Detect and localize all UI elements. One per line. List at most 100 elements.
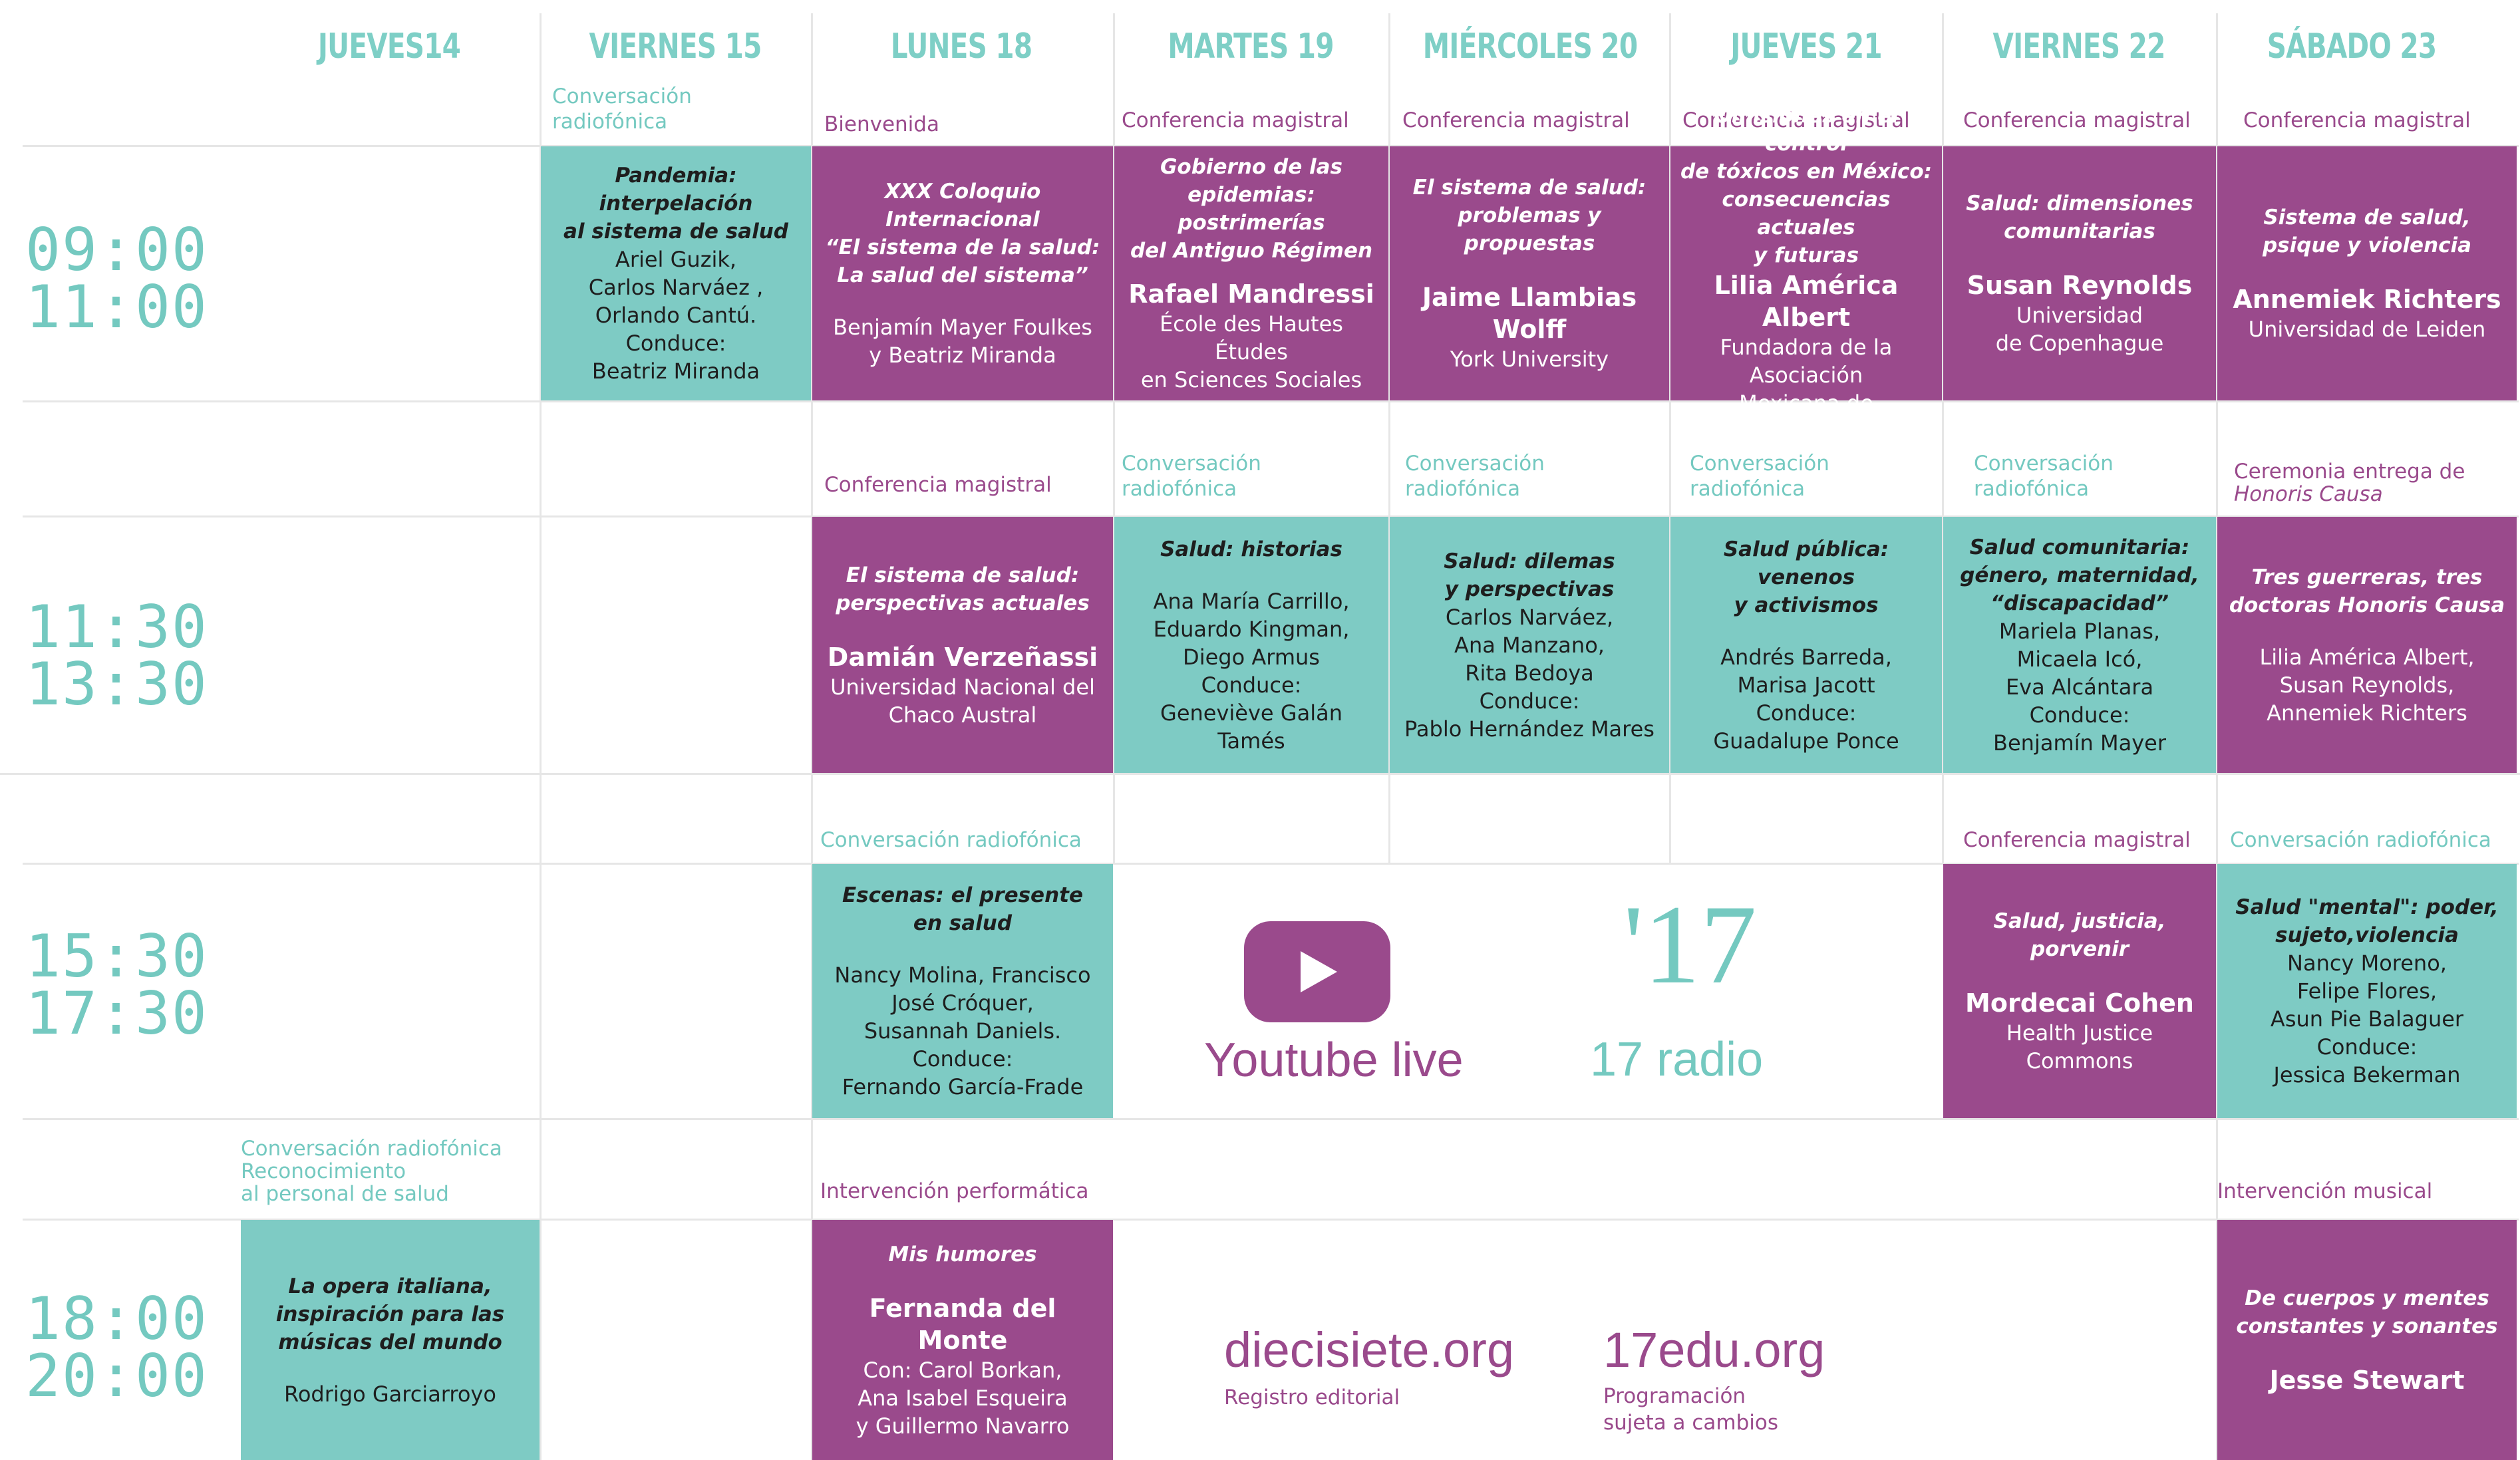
session-title: De cuerpos y mentes constantes y sonante…: [2236, 1286, 2498, 1338]
session-title: El sistema de salud: perspectivas actual…: [836, 563, 1090, 615]
day-header-jueves21: JUEVES 21: [1730, 27, 1882, 67]
session-title: Salud pública: venenos y activismos: [1723, 537, 1889, 617]
session-title: La opera italiana, inspiración para las …: [275, 1274, 505, 1354]
youtube-label: Youtube live: [1204, 1034, 1464, 1087]
time-end: 17:30: [25, 979, 208, 1048]
session-coloquio[interactable]: XXX Coloquio Internacional “El sistema d…: [812, 146, 1113, 400]
session-mis-humores[interactable]: Mis humores Fernanda del Monte Con: Caro…: [812, 1220, 1113, 1460]
slot-label: Conversación radiofónica: [2230, 828, 2491, 852]
session-participants: Andrés Barreda, Marisa Jacott Conduce: G…: [1713, 644, 1899, 754]
session-affiliation: Universidad de Copenhague: [1995, 303, 2164, 356]
session-title: Salud comunitaria: género, maternidad, “…: [1960, 535, 2199, 615]
time-slot-1: 09:00 11:00: [25, 221, 208, 341]
session-title: Tres guerreras, tres doctoras Honoris Ca…: [2229, 565, 2505, 617]
slot-label: Conferencia magistral: [1402, 108, 1630, 132]
site-caption: sujeta a cambios: [1603, 1411, 1778, 1435]
grid-line: [23, 1118, 2519, 1120]
session-perspectivas-actuales[interactable]: El sistema de salud: perspectivas actual…: [812, 517, 1113, 773]
session-participants: Rodrigo Garciarroyo: [284, 1381, 496, 1407]
session-participants: Carlos Narváez, Ana Manzano, Rita Bedoya…: [1404, 604, 1654, 742]
17edu-link[interactable]: 17edu.org Programación sujeta a cambios: [1603, 1320, 1825, 1436]
radio-logo: '17: [1623, 882, 1757, 1007]
day-header-viernes22: VIERNES 22: [1992, 27, 2165, 67]
slot-label-line: Conversación radiofónica: [241, 1137, 502, 1161]
session-cuerpos-mentes[interactable]: De cuerpos y mentes constantes y sonante…: [2217, 1220, 2517, 1460]
session-affiliation: Health Justice Commons: [2006, 1020, 2153, 1074]
session-historias[interactable]: Salud: historias Ana María Carrillo, Edu…: [1114, 517, 1388, 773]
session-sistema-salud-problemas[interactable]: El sistema de salud: problemas y propues…: [1390, 146, 1669, 400]
time-start: 15:30: [25, 922, 208, 990]
session-salud-comunitaria[interactable]: Salud comunitaria: género, maternidad, “…: [1943, 517, 2216, 773]
diecisiete-link[interactable]: diecisiete.org Registro editorial: [1224, 1320, 1514, 1409]
session-venenos-activismos[interactable]: Salud pública: venenos y activismos Andr…: [1670, 517, 1942, 773]
play-button-icon: [1244, 921, 1390, 1022]
slot-label-line: Honoris Causa: [2234, 482, 2383, 506]
radio-promo[interactable]: '17 17 radio: [1583, 885, 1796, 1097]
slot-label: Conversación radiofónica: [552, 84, 692, 134]
session-participants: Lilia América Albert, Susan Reynolds, An…: [2259, 644, 2475, 726]
session-speaker: Damián Verzeñassi: [827, 642, 1098, 672]
session-title: Salud: historias: [1160, 537, 1342, 561]
slot-label: Conferencia magistral: [1963, 828, 2191, 852]
grid-line: [0, 773, 2520, 775]
slot-label: Conversación radiofónica: [1122, 452, 1261, 501]
youtube-live-promo[interactable]: Youtube live: [1197, 921, 1464, 1094]
session-dilemas[interactable]: Salud: dilemas y perspectivas Carlos Nar…: [1390, 517, 1669, 773]
day-header-lunes18: LUNES 18: [890, 27, 1032, 67]
time-start: 18:00: [25, 1284, 208, 1353]
session-omisiones-toxicos[interactable]: Omisiones en el control de tóxicos en Mé…: [1670, 104, 1942, 444]
session-participants: Con: Carol Borkan, Ana Isabel Esqueira y…: [856, 1357, 1070, 1439]
session-salud-mental[interactable]: Salud "mental": poder, sujeto,violencia …: [2217, 864, 2517, 1118]
session-participants: Ariel Guzik, Carlos Narváez , Orlando Ca…: [588, 247, 764, 384]
session-title: Mis humores: [888, 1242, 1037, 1266]
slot-label: Conferencia magistral: [2243, 108, 2471, 132]
radio-label: 17 radio: [1590, 1033, 1764, 1086]
session-title: Salud, justicia, porvenir: [1993, 909, 2166, 961]
session-participants: Ana María Carrillo, Eduardo Kingman, Die…: [1153, 588, 1350, 754]
session-speaker: Jesse Stewart: [2269, 1365, 2465, 1395]
slot-label-ceremonia: Ceremonia entrega de Honoris Causa: [2234, 459, 2465, 507]
slot-label: Conversación radiofónica: [1974, 452, 2114, 501]
session-speaker: Mordecai Cohen: [1965, 988, 2194, 1018]
time-start: 11:30: [25, 593, 208, 661]
session-participants: Mariela Planas, Micaela Icó, Eva Alcánta…: [1993, 618, 2166, 756]
session-title: Salud: dimensiones comunitarias: [1966, 192, 2193, 243]
slot-label: Conversación radiofónica: [1405, 452, 1545, 501]
session-affiliation: Fundadora de la Asociación Mexicana de T…: [1720, 335, 1893, 444]
session-justicia-porvenir[interactable]: Salud, justicia, porvenir Mordecai Cohen…: [1943, 864, 2216, 1118]
time-end: 20:00: [25, 1342, 208, 1410]
session-affiliation: Universidad de Leiden: [2248, 317, 2486, 342]
session-title: Salud: dilemas y perspectivas: [1444, 549, 1615, 601]
session-pandemia[interactable]: Pandemia: interpelación al sistema de sa…: [541, 146, 811, 400]
session-opera-italiana[interactable]: La opera italiana, inspiración para las …: [241, 1220, 540, 1460]
slot-label: Intervención musical: [2217, 1179, 2433, 1203]
session-affiliation: York University: [1450, 347, 1609, 372]
slot-label: Conferencia magistral: [824, 473, 1052, 497]
slot-label: Bienvenida: [824, 112, 939, 136]
session-tres-guerreras[interactable]: Tres guerreras, tres doctoras Honoris Ca…: [2217, 517, 2517, 773]
session-psique-violencia[interactable]: Sistema de salud, psique y violencia Ann…: [2217, 146, 2517, 400]
time-slot-3: 15:30 17:30: [25, 922, 208, 1048]
session-title: Sistema de salud, psique y violencia: [2262, 206, 2472, 257]
session-dimensiones-comunitarias[interactable]: Salud: dimensiones comunitarias Susan Re…: [1943, 146, 2216, 400]
slot-label-line: Ceremonia entrega de: [2234, 460, 2465, 484]
slot-label: Conferencia magistral: [1122, 108, 1349, 132]
session-affiliation: Universidad Nacional del Chaco Austral: [830, 674, 1095, 728]
time-end: 11:00: [25, 273, 208, 341]
session-speaker: Rafael Mandressi: [1128, 279, 1374, 309]
site-caption: Programación: [1603, 1384, 1746, 1408]
session-title: Pandemia: interpelación al sistema de sa…: [563, 164, 788, 243]
slot-label: Conversación radiofónica: [820, 828, 1082, 852]
site-name: diecisiete.org: [1224, 1322, 1515, 1378]
time-end: 13:30: [25, 650, 208, 718]
session-speaker: Jaime Llambias Wolff: [1422, 283, 1637, 344]
slot-label-line: al personal de salud: [241, 1182, 449, 1206]
session-gobierno-epidemias[interactable]: Gobierno de las epidemias: postrimerías …: [1114, 146, 1388, 400]
session-participants: Benjamín Mayer Foulkes y Beatriz Miranda: [833, 315, 1092, 368]
day-header-martes19: MARTES 19: [1168, 27, 1334, 67]
session-escenas[interactable]: Escenas: el presente en salud Nancy Moli…: [812, 864, 1113, 1118]
session-participants: Nancy Molina, Francisco José Cróquer, Su…: [834, 962, 1091, 1099]
day-header-viernes15: VIERNES 15: [589, 27, 762, 67]
day-header-sabado23: SÁBADO 23: [2267, 27, 2437, 67]
slot-label: Conferencia magistral: [1963, 108, 2191, 132]
